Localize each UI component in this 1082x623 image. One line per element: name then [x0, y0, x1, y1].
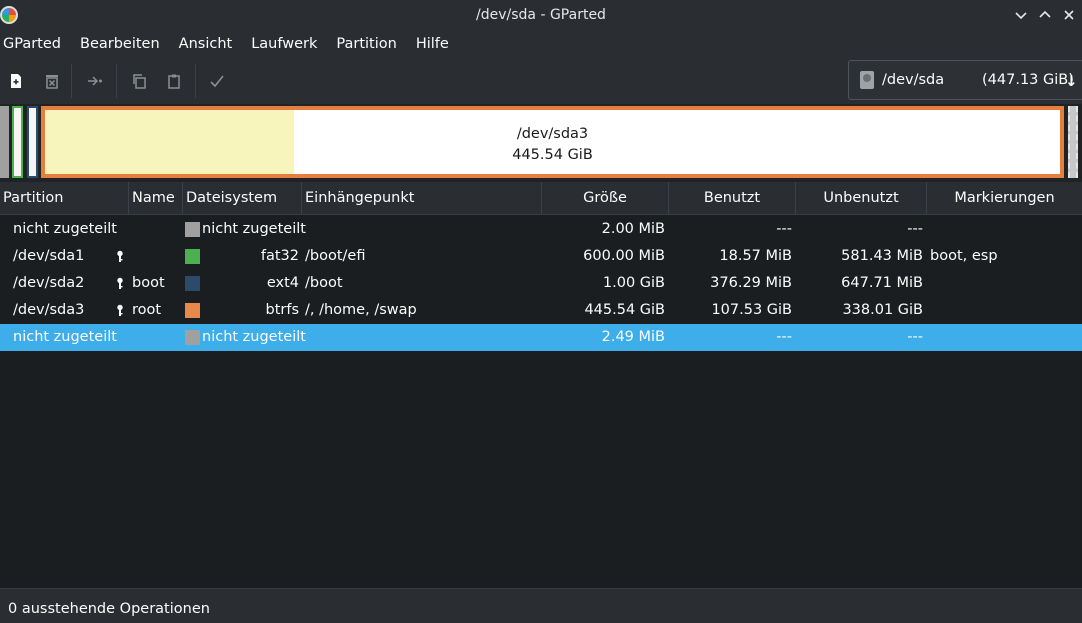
- arrow-down-icon: ↓: [1065, 72, 1078, 90]
- column-mountpoint[interactable]: Einhängepunkt: [302, 182, 542, 215]
- graph-partition-sda2[interactable]: [27, 106, 38, 178]
- cell-unused: ---: [907, 329, 923, 345]
- window-title: /dev/sda - GParted: [476, 7, 606, 23]
- menu-ansicht[interactable]: Ansicht: [175, 36, 242, 52]
- cell-filesystem: ext4: [266, 275, 299, 291]
- delete-partition-icon[interactable]: [40, 69, 64, 93]
- status-text: 0 ausstehende Operationen: [8, 601, 210, 617]
- table-row[interactable]: nicht zugeteilt nicht zugeteilt 2.00 MiB --…: [0, 216, 1082, 243]
- cell-mountpoint: /, /home, /swap: [305, 302, 417, 318]
- cell-unused: 338.01 GiB: [842, 302, 923, 318]
- cell-used: 18.57 MiB: [719, 248, 792, 264]
- cell-filesystem: fat32: [260, 248, 299, 264]
- cell-partition: nicht zugeteilt: [13, 221, 117, 237]
- column-size[interactable]: Größe: [542, 182, 669, 215]
- cell-partition: /dev/sda3: [13, 302, 85, 318]
- table-row[interactable]: /dev/sda3 root btrfs /, /home, /swap 445.54 …: [0, 297, 1082, 324]
- cell-partition: /dev/sda1: [13, 248, 85, 264]
- graph-sda3-label: /dev/sda3 445.54 GiB: [45, 124, 1060, 166]
- device-name: /dev/sda: [882, 72, 945, 88]
- column-flags[interactable]: Markierungen: [927, 182, 1082, 215]
- menu-bar: GParted Bearbeiten Ansicht Laufwerk Part…: [0, 30, 1082, 58]
- cell-size: 600.00 MiB: [583, 248, 665, 264]
- cell-size: 445.54 GiB: [584, 302, 665, 318]
- cell-mountpoint: /boot: [305, 275, 343, 291]
- cell-used: 376.29 MiB: [710, 275, 792, 291]
- toolbar-separator: [116, 64, 117, 98]
- cell-size: 2.49 MiB: [601, 329, 665, 345]
- paste-icon[interactable]: [162, 69, 186, 93]
- column-filesystem[interactable]: Dateisystem: [183, 182, 302, 215]
- device-size: (447.13 GiB): [982, 72, 1074, 88]
- menu-partition[interactable]: Partition: [332, 36, 405, 52]
- close-icon[interactable]: [1058, 4, 1080, 26]
- menu-hilfe[interactable]: Hilfe: [412, 36, 458, 52]
- cell-filesystem: nicht zugeteilt: [202, 221, 306, 237]
- cell-used: ---: [776, 329, 792, 345]
- cell-name: boot: [132, 275, 165, 291]
- cell-filesystem: btrfs: [265, 302, 299, 318]
- graph-partition-sda1[interactable]: [12, 106, 23, 178]
- filesystem-color-swatch: [185, 222, 200, 237]
- menu-laufwerk[interactable]: Laufwerk: [247, 36, 326, 52]
- key-icon: [116, 277, 124, 290]
- column-name[interactable]: Name: [129, 182, 183, 215]
- column-used[interactable]: Benutzt: [669, 182, 796, 215]
- table-row[interactable]: /dev/sda1 fat32/boot/efi 600.00 MiB 18.57 M…: [0, 243, 1082, 270]
- cell-unused: 647.71 MiB: [841, 275, 923, 291]
- graph-unallocated-right[interactable]: [1068, 106, 1078, 178]
- filesystem-color-swatch: [185, 330, 200, 345]
- harddisk-icon: [860, 71, 874, 89]
- graph-partition-sda3[interactable]: /dev/sda3 445.54 GiB: [41, 106, 1064, 178]
- cell-unused: ---: [907, 221, 923, 237]
- key-icon: [116, 250, 124, 263]
- minimize-icon[interactable]: [1010, 4, 1032, 26]
- device-selector[interactable]: /dev/sda (447.13 GiB) ↓: [848, 60, 1082, 100]
- column-unused[interactable]: Unbenutzt: [796, 182, 927, 215]
- cell-size: 1.00 GiB: [602, 275, 665, 291]
- cell-partition: nicht zugeteilt: [13, 329, 117, 345]
- menu-gparted[interactable]: GParted: [0, 36, 70, 52]
- graph-sda3-size: 445.54 GiB: [512, 147, 593, 163]
- menu-bearbeiten[interactable]: Bearbeiten: [76, 36, 169, 52]
- column-partition[interactable]: Partition: [0, 182, 129, 215]
- graph-sda3-name: /dev/sda3: [516, 126, 589, 142]
- new-partition-icon[interactable]: [4, 69, 28, 93]
- table-header: Partition Name Dateisystem Einhängepunkt…: [0, 182, 1082, 215]
- toolbar: /dev/sda (447.13 GiB) ↓: [0, 58, 1082, 104]
- key-icon: [116, 304, 124, 317]
- resize-move-icon[interactable]: [83, 69, 107, 93]
- cell-mountpoint: /boot/efi: [305, 248, 366, 264]
- toolbar-separator: [71, 64, 72, 98]
- graph-unallocated-left[interactable]: [0, 106, 9, 178]
- filesystem-color-swatch: [185, 276, 200, 291]
- cell-partition: /dev/sda2: [13, 275, 85, 291]
- maximize-icon[interactable]: [1034, 4, 1056, 26]
- partition-table: Partition Name Dateisystem Einhängepunkt…: [0, 182, 1082, 588]
- apply-icon[interactable]: [205, 69, 229, 93]
- toolbar-separator: [195, 64, 196, 98]
- cell-flags: boot, esp: [930, 248, 998, 264]
- cell-used: 107.53 GiB: [711, 302, 792, 318]
- filesystem-color-swatch: [185, 249, 200, 264]
- copy-icon[interactable]: [127, 69, 151, 93]
- cell-used: ---: [776, 221, 792, 237]
- table-row[interactable]: /dev/sda2 boot ext4/boot 1.00 GiB 376.29 MiB…: [0, 270, 1082, 297]
- table-row[interactable]: nicht zugeteilt nicht zugeteilt 2.49 MiB --…: [0, 324, 1082, 351]
- status-bar: 0 ausstehende Operationen: [0, 588, 1082, 623]
- cell-unused: 581.43 MiB: [841, 248, 923, 264]
- title-bar: /dev/sda - GParted: [0, 0, 1082, 30]
- cell-name: root: [132, 302, 162, 318]
- cell-size: 2.00 MiB: [601, 221, 665, 237]
- partition-graph: /dev/sda3 445.54 GiB: [0, 104, 1082, 180]
- filesystem-color-swatch: [185, 303, 200, 318]
- cell-filesystem: nicht zugeteilt: [202, 329, 306, 345]
